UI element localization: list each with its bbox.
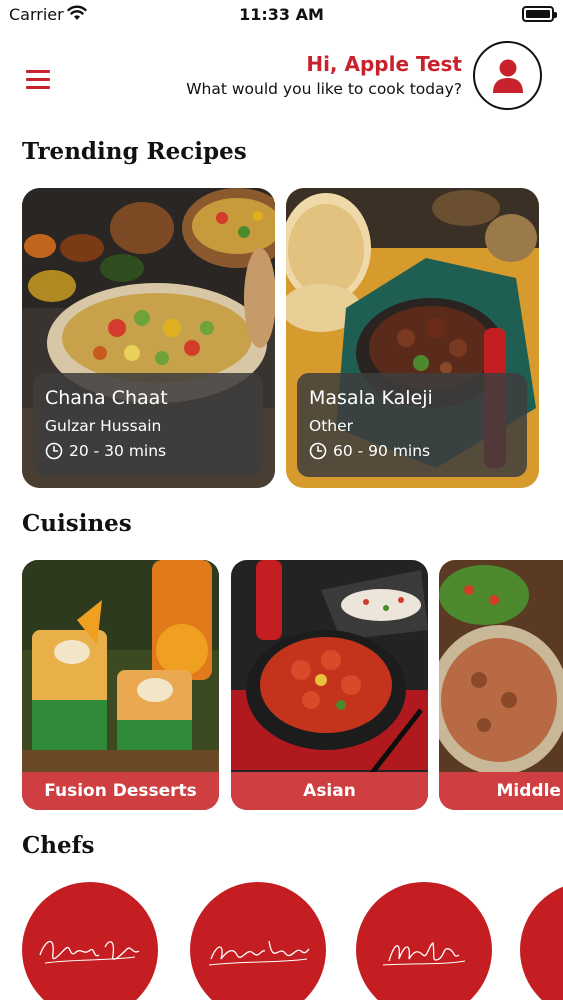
cuisine-label: Fusion Desserts	[22, 772, 219, 810]
trending-recipes-heading: Trending Recipes	[22, 138, 247, 165]
recipe-card-chana-chaat[interactable]: Chana Chaat Gulzar Hussain 20 - 30 mins	[22, 188, 275, 488]
chef-avatar[interactable]	[520, 882, 563, 1000]
recipe-name: Masala Kaleji	[309, 387, 433, 409]
recipe-card-masala-kaleji[interactable]: Masala Kaleji Other 60 - 90 mins	[286, 188, 539, 488]
greeting-subtitle: What would you like to cook today?	[186, 80, 462, 98]
recipe-info-panel: Masala Kaleji Other 60 - 90 mins	[297, 373, 527, 477]
cuisine-label: Middle E	[439, 772, 563, 810]
user-icon	[492, 59, 523, 93]
recipe-time: 60 - 90 mins	[333, 442, 431, 460]
recipe-chef: Other	[309, 417, 354, 435]
greeting-block: Hi, Apple Test What would you like to co…	[186, 50, 462, 100]
clock-icon	[45, 442, 63, 460]
chefs-carousel[interactable]	[0, 880, 563, 1000]
cuisine-card-middle-eastern[interactable]: Middle E	[439, 560, 563, 810]
cuisine-card-asian[interactable]: Asian	[231, 560, 428, 810]
chef-avatar[interactable]	[22, 882, 158, 1000]
hamburger-menu-icon[interactable]	[26, 70, 50, 90]
cuisine-label: Asian	[231, 772, 428, 810]
chef-avatar[interactable]	[356, 882, 492, 1000]
status-bar: Carrier 11:33 AM	[0, 0, 563, 30]
recipe-chef: Gulzar Hussain	[45, 417, 162, 435]
cuisines-heading: Cuisines	[22, 510, 132, 537]
chef-signature	[382, 942, 466, 966]
chef-signature	[208, 940, 310, 966]
recipe-name: Chana Chaat	[45, 387, 168, 409]
chef-avatar[interactable]	[190, 882, 326, 1000]
cuisine-card-fusion-desserts[interactable]: Fusion Desserts	[22, 560, 219, 810]
chef-signature	[39, 940, 140, 964]
chefs-heading: Chefs	[22, 832, 95, 859]
greeting-title: Hi, Apple Test	[306, 52, 462, 76]
clock-icon	[309, 442, 327, 460]
cuisines-carousel[interactable]: Fusion Desserts Asian Middle E	[0, 560, 563, 810]
recipe-time: 20 - 30 mins	[69, 442, 167, 460]
clock: 11:33 AM	[239, 5, 324, 24]
battery-icon	[522, 6, 557, 22]
profile-avatar-button[interactable]	[473, 41, 542, 110]
recipe-info-panel: Chana Chaat Gulzar Hussain 20 - 30 mins	[33, 373, 263, 477]
